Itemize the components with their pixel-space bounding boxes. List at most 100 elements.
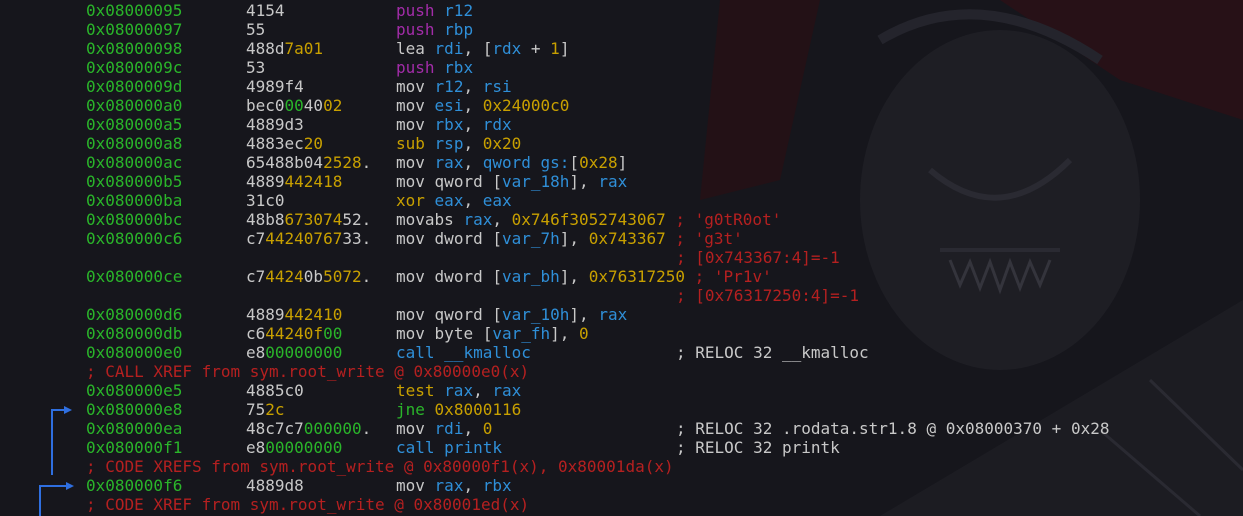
operand: printk [444,438,502,457]
operand: ], [569,172,599,191]
operand: rbx [434,115,464,134]
operand: ; 'g3t' [665,229,743,248]
address: 0x080000f1 [86,438,183,457]
mnemonic: push [396,1,435,20]
operand: rbx [444,58,474,77]
operand: + [521,39,551,58]
address: 0x080000a0 [86,96,183,115]
instruction-text: sub rsp, 0x20 [396,134,521,153]
instruction-text: mov rax, qword gs:[0x28] [396,153,627,172]
operand: , [463,115,483,134]
address: 0x08000098 [86,39,183,58]
mnemonic: mov [396,115,425,134]
mnemonic: call [396,438,435,457]
reloc-comment: ; RELOC 32 printk [676,438,840,457]
opcode-bytes: 31c0 [246,191,285,210]
opcode-bytes: 65488b042528. [246,153,372,172]
operand: rsp [434,134,464,153]
mnemonic: call [396,343,435,362]
operand: rax [492,381,522,400]
mnemonic: sub [396,134,425,153]
operand: ] [559,39,570,58]
mnemonic: mov [396,419,425,438]
address: 0x080000ba [86,191,183,210]
operand: rax [463,210,493,229]
mnemonic: push [396,58,435,77]
address: 0x0800009c [86,58,183,77]
instruction-text: mov dword [var_7h], 0x743367 ; 'g3t' [396,229,743,248]
operand: rax [434,476,464,495]
operand: 0x8000116 [434,400,522,419]
operand: , [473,381,493,400]
operand: qword [ [434,172,502,191]
operand: 0 [482,419,493,438]
memory-comment: ; [0x743367:4]=-1 [676,248,840,267]
instruction-text: jne 0x8000116 [396,400,521,419]
address: 0x080000a8 [86,134,183,153]
instruction-text: push r12 [396,1,473,20]
instruction-text: push rbp [396,20,473,39]
opcode-bytes: 48c7c7000000. [246,419,372,438]
opcode-bytes: e800000000 [246,343,343,362]
instruction-text: mov rbx, rdx [396,115,512,134]
operand: r12 [434,77,464,96]
operand: 0x743367 [588,229,666,248]
opcode-bytes: c744240b5072. [246,267,372,286]
operand: rax [598,172,628,191]
opcode-bytes: 4889442418 [246,172,343,191]
operand: , [463,191,483,210]
address: 0x080000db [86,324,183,343]
opcode-bytes: 4883ec20 [246,134,324,153]
operand: eax [482,191,512,210]
opcode-bytes: 48b867307452. [246,210,372,229]
operand: dword [ [434,267,502,286]
operand: , [463,153,483,172]
mnemonic: xor [396,191,425,210]
disassembly-listing: 0x08000095 4154 push r12 0x08000097 55 push r… [0,0,1243,516]
operand: , [463,134,483,153]
opcode-bytes: bec0004002 [246,96,343,115]
operand: , [463,476,483,495]
instruction-text: test rax, rax [396,381,521,400]
opcode-bytes: c644240f00 [246,324,343,343]
instruction-text: movabs rax, 0x746f3052743067 ; 'g0tR0ot' [396,210,781,229]
address: 0x080000bc [86,210,183,229]
mnemonic: mov [396,267,425,286]
address: 0x080000e0 [86,343,183,362]
operand: rdi [434,419,464,438]
operand: var_fh [492,324,551,343]
operand: 0x24000c0 [482,96,570,115]
operand: ], [569,305,599,324]
operand: r12 [444,1,474,20]
operand: qword gs: [482,153,570,172]
mnemonic: mov [396,153,425,172]
mnemonic: push [396,20,435,39]
operand: byte [ [434,324,493,343]
operand: 1 [550,39,560,58]
operand: ; 'Pr1v' [685,267,772,286]
operand: rdx [482,115,512,134]
opcode-bytes: 4154 [246,1,285,20]
operand: __kmalloc [444,343,531,362]
address: 0x080000b5 [86,172,183,191]
instruction-text: push rbx [396,58,473,77]
instruction-text: mov qword [var_10h], rax [396,305,627,324]
address: 0x080000ea [86,419,183,438]
instruction-text: mov esi, 0x24000c0 [396,96,569,115]
operand: dword [ [434,229,502,248]
mnemonic: jne [396,400,425,419]
address: 0x080000c6 [86,229,183,248]
operand: , [492,210,512,229]
opcode-bytes: 752c [246,400,285,419]
operand: var_10h [501,305,570,324]
mnemonic: mov [396,324,425,343]
opcode-bytes: 4889d3 [246,115,304,134]
operand: , [ [463,39,493,58]
address: 0x080000e8 [86,400,183,419]
operand: esi [434,96,464,115]
opcode-bytes: c74424076733. [246,229,372,248]
operand: ], [550,324,580,343]
opcode-bytes: 488d7a01 [246,39,324,58]
reloc-comment: ; RELOC 32 .rodata.str1.8 @ 0x08000370 +… [676,419,1110,438]
address: 0x080000f6 [86,476,183,495]
